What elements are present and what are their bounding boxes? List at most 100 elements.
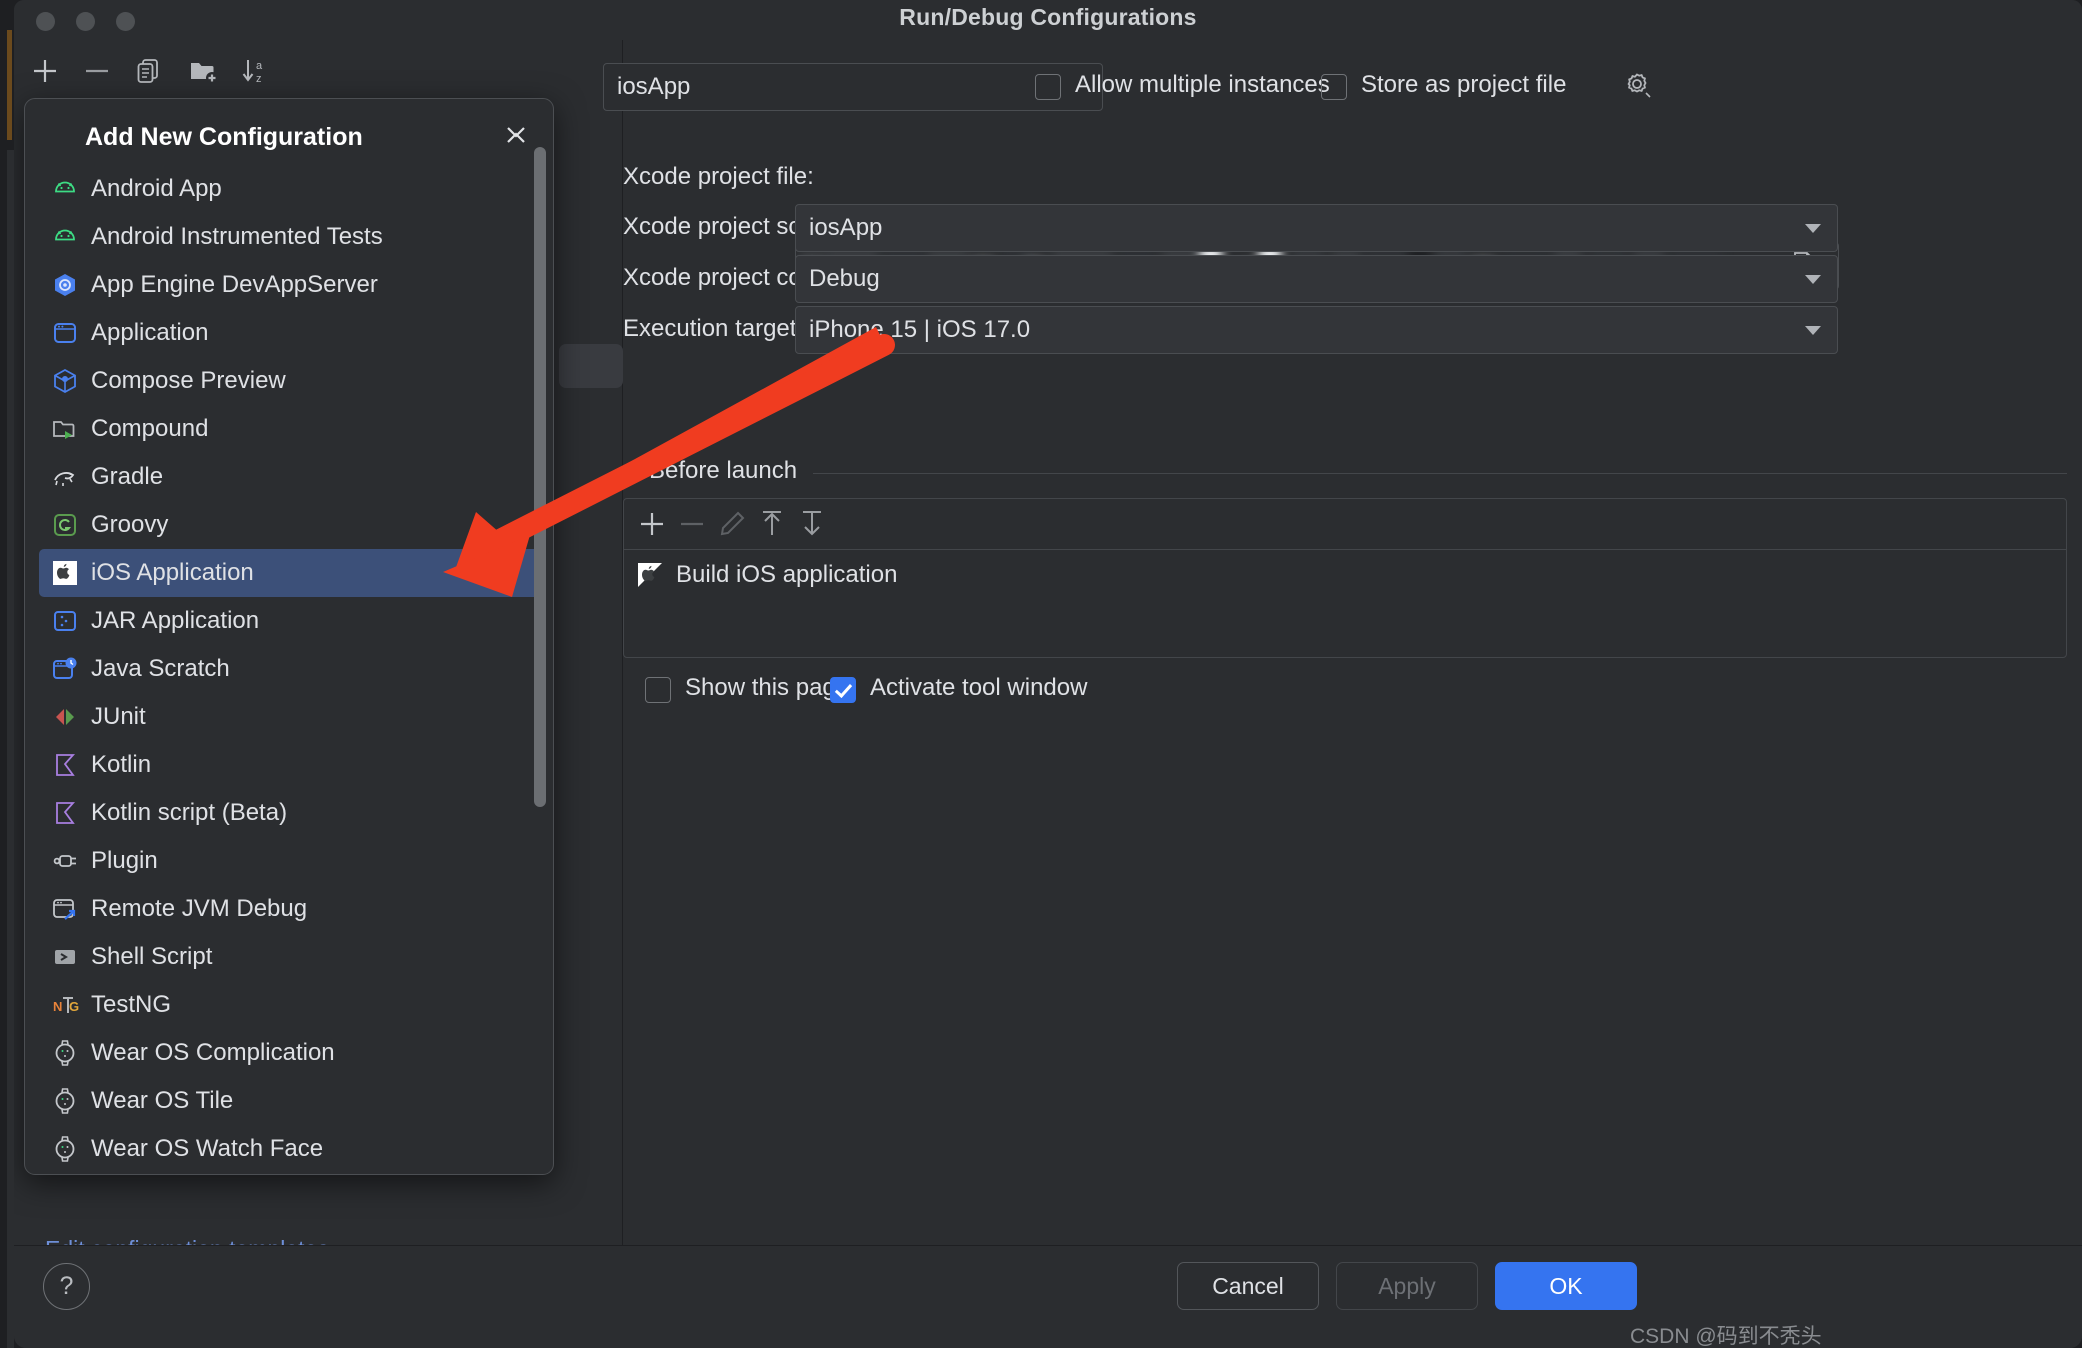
plugin-icon [50, 846, 80, 876]
xcode-project-scheme-dropdown[interactable]: iosApp [795, 204, 1838, 252]
window-titlebar: Run/Debug Configurations [14, 0, 2082, 40]
ok-button[interactable]: OK [1495, 1262, 1637, 1310]
compound-icon [50, 414, 80, 444]
configuration-type-item[interactable]: JUnit [39, 693, 539, 741]
plus-icon[interactable] [636, 508, 668, 540]
before-launch-header[interactable]: Before launch [623, 457, 2082, 488]
popup-scrollbar-thumb[interactable] [534, 147, 546, 807]
configuration-tree-node-ghost [559, 344, 623, 388]
configuration-type-item[interactable]: Kotlin [39, 741, 539, 789]
minus-icon [676, 508, 708, 540]
xcode-project-configuration-value: Debug [809, 265, 880, 292]
configuration-type-item[interactable]: Wear OS Watch Face [39, 1125, 539, 1173]
configuration-type-label: App Engine DevAppServer [91, 271, 378, 298]
apply-button: Apply [1336, 1262, 1478, 1310]
allow-multiple-instances-checkbox[interactable] [1035, 74, 1061, 100]
configuration-type-item[interactable]: Application [39, 309, 539, 357]
configuration-type-label: Shell Script [91, 943, 213, 970]
xcode-project-scheme-value: iosApp [809, 214, 883, 241]
dialog-footer: ? Cancel Apply OK CSDN @码到不秃头 [14, 1245, 2082, 1348]
configuration-type-item[interactable]: Android Instrumented Tests [39, 213, 539, 261]
svg-text:N: N [53, 999, 62, 1014]
remote-jvm-icon [50, 894, 80, 924]
arrow-down-icon[interactable] [796, 508, 828, 540]
watermark: CSDN @码到不秃头 [1630, 1325, 1822, 1348]
show-this-page-checkbox[interactable] [645, 677, 671, 703]
dialog-title: Run/Debug Configurations [899, 4, 1197, 30]
execution-target-dropdown[interactable]: iPhone 15 | iOS 17.0 [795, 306, 1838, 354]
minus-icon[interactable] [80, 54, 114, 88]
chevron-down-icon[interactable] [625, 467, 645, 486]
before-launch-divider [813, 473, 2067, 474]
configuration-type-item[interactable]: Groovy [39, 501, 539, 549]
configuration-type-label: TestNG [91, 991, 172, 1018]
configuration-type-item[interactable]: Kotlin script (Beta) [39, 789, 539, 837]
junit-icon [50, 702, 80, 732]
compose-preview-icon [50, 366, 80, 396]
configuration-type-item[interactable]: iOS Application [39, 549, 539, 597]
help-button[interactable]: ? [43, 1263, 90, 1310]
configuration-type-item[interactable]: Wear OS Tile [39, 1077, 539, 1125]
gear-icon[interactable] [1623, 70, 1653, 100]
configuration-type-item[interactable]: JAR Application [39, 597, 539, 645]
chevron-down-icon [1805, 224, 1821, 233]
configuration-type-label: Wear OS Watch Face [91, 1135, 324, 1162]
configuration-type-item[interactable]: Plugin [39, 837, 539, 885]
new-folder-icon[interactable] [186, 54, 220, 88]
java-scratch-icon [50, 654, 80, 684]
copy-icon[interactable] [132, 54, 166, 88]
configuration-type-item[interactable]: Compose Preview [39, 357, 539, 405]
close-icon[interactable] [501, 119, 531, 149]
configuration-type-label: Kotlin [91, 751, 152, 778]
before-launch-toolbar [624, 499, 2066, 550]
shell-script-icon [50, 942, 80, 972]
configuration-form: Name: iosApp Allow multiple instances St… [603, 40, 2082, 1245]
before-launch-task-row[interactable]: Build iOS application [624, 549, 2066, 601]
apple-icon [50, 558, 80, 588]
testng-icon: NG [50, 990, 80, 1020]
store-as-project-file-label: Store as project file [1361, 71, 1567, 98]
configuration-type-label: iOS Application [91, 559, 254, 586]
before-launch-title: Before launch [649, 457, 798, 484]
configuration-type-label: Plugin [91, 847, 158, 874]
svg-text:G: G [69, 999, 79, 1014]
configuration-type-label: Groovy [91, 511, 169, 538]
configuration-type-list[interactable]: Android App Android Instrumented Tests App… [25, 165, 553, 1174]
arrow-up-icon[interactable] [756, 508, 788, 540]
configuration-type-label: Compound [91, 415, 209, 442]
allow-multiple-instances-label: Allow multiple instances [1075, 71, 1330, 98]
configuration-type-label: JAR Application [91, 607, 260, 634]
name-input-field[interactable]: iosApp [603, 63, 1103, 111]
popup-title: Add New Configuration [85, 123, 363, 151]
editor-marker [7, 30, 12, 140]
configuration-type-label: JUnit [91, 703, 146, 730]
activate-tool-window-checkbox[interactable] [830, 677, 856, 703]
configuration-type-item[interactable]: Wear OS Complication [39, 1029, 539, 1077]
store-as-project-file-checkbox[interactable] [1321, 74, 1347, 100]
run-debug-configurations-dialog: Run/Debug Configurations a z iosApp Allo… [14, 0, 2082, 1348]
wear-os-icon [50, 1134, 80, 1164]
sort-az-icon[interactable]: a z [238, 54, 272, 88]
pencil-icon [716, 508, 748, 540]
svg-text:z: z [256, 73, 262, 85]
configuration-type-item[interactable]: N G TestNG [39, 981, 539, 1029]
cancel-button[interactable]: Cancel [1177, 1262, 1319, 1310]
chevron-down-icon [1805, 275, 1821, 284]
before-launch-panel: Build iOS application [623, 498, 2067, 658]
configuration-type-item[interactable]: Android App [39, 165, 539, 213]
configuration-type-item[interactable]: Shell Script [39, 933, 539, 981]
app-engine-icon [50, 270, 80, 300]
xcode-project-configuration-dropdown[interactable]: Debug [795, 255, 1838, 303]
configuration-type-item[interactable]: Java Scratch [39, 645, 539, 693]
configuration-type-label: Gradle [91, 463, 164, 490]
apple-icon [636, 561, 664, 589]
configuration-type-label: Compose Preview [91, 367, 286, 394]
kotlin-icon [50, 798, 80, 828]
configuration-type-item[interactable]: Gradle [39, 453, 539, 501]
configuration-type-item[interactable]: Compound [39, 405, 539, 453]
configuration-type-label: Java Scratch [91, 655, 230, 682]
svg-text:a: a [256, 60, 263, 72]
plus-icon[interactable] [28, 54, 62, 88]
configuration-type-item[interactable]: Remote JVM Debug [39, 885, 539, 933]
configuration-type-item[interactable]: App Engine DevAppServer [39, 261, 539, 309]
